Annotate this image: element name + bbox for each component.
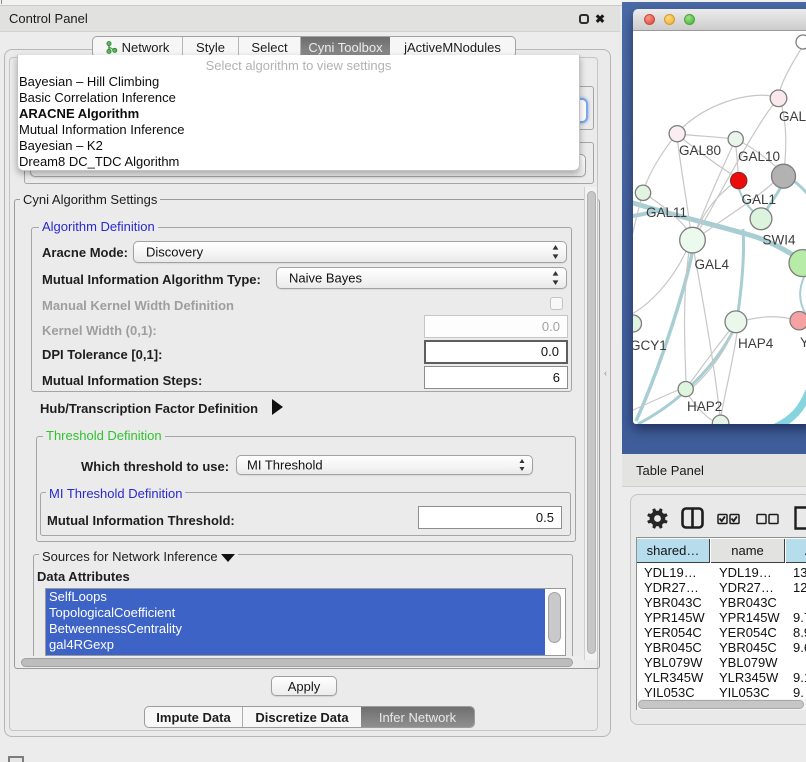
svg-text:HAP4: HAP4 xyxy=(738,336,774,351)
svg-text:GAL11: GAL11 xyxy=(646,205,687,220)
svg-text:GAL80: GAL80 xyxy=(679,143,721,158)
svg-text:YD: YD xyxy=(800,335,806,350)
svg-text:SWI4: SWI4 xyxy=(763,233,796,248)
svg-text:GAL1: GAL1 xyxy=(742,192,777,207)
svg-text:GAL2: GAL2 xyxy=(779,109,806,124)
svg-text:HAP2: HAP2 xyxy=(687,399,722,414)
svg-text:GAL4: GAL4 xyxy=(695,257,730,272)
svg-text:GCY1: GCY1 xyxy=(633,338,667,353)
svg-text:GAL10: GAL10 xyxy=(738,149,780,164)
